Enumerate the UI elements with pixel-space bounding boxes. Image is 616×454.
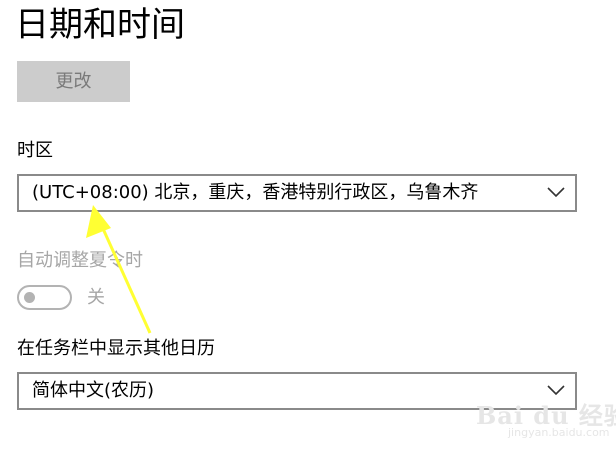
date-time-settings-page: 日期和时间 更改 时区 (UTC+08:00) 北京，重庆，香港特别行政区，乌鲁… — [0, 0, 616, 454]
timezone-selected-value: (UTC+08:00) 北京，重庆，香港特别行政区，乌鲁木齐 — [32, 182, 479, 203]
calendar-label: 在任务栏中显示其他日历 — [17, 338, 215, 359]
watermark-site: jingyan.baidu.com — [508, 426, 610, 439]
dst-toggle-state: 关 — [87, 287, 105, 308]
change-button[interactable]: 更改 — [17, 61, 130, 102]
calendar-selected-value: 简体中文(农历) — [32, 380, 155, 401]
chevron-down-icon — [547, 187, 565, 198]
chevron-down-icon — [547, 385, 565, 396]
timezone-dropdown[interactable]: (UTC+08:00) 北京，重庆，香港特别行政区，乌鲁木齐 — [17, 174, 577, 212]
dst-label: 自动调整夏令时 — [17, 250, 143, 271]
dst-toggle[interactable] — [17, 285, 72, 310]
toggle-knob — [24, 292, 35, 303]
baidu-watermark: Bai du 经验 jingyan.baidu.com — [466, 396, 616, 446]
timezone-label: 时区 — [17, 140, 53, 161]
page-title: 日期和时间 — [15, 5, 185, 45]
